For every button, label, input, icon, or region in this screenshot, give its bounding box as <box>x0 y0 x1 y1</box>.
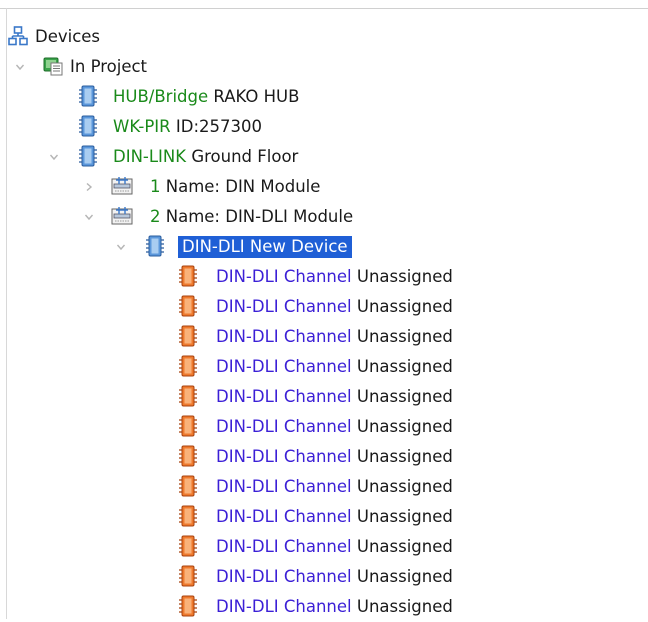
channel-type: DIN-DLI Channel <box>216 507 352 526</box>
channel-orange-icon <box>178 295 198 317</box>
channel-name: Unassigned <box>356 357 453 376</box>
channel-orange-icon <box>178 445 198 467</box>
din-module-icon <box>110 175 134 197</box>
channel-type: DIN-DLI Channel <box>216 477 352 496</box>
hub-type: HUB/Bridge <box>113 87 209 106</box>
channel-orange-icon <box>178 385 198 407</box>
channel-label: DIN-DLI Channel Unassigned <box>216 386 453 408</box>
module-2-name: Name: DIN-DLI Module <box>165 207 354 226</box>
channel-name: Unassigned <box>356 597 453 616</box>
channel-orange-icon <box>178 325 198 347</box>
channel-type: DIN-DLI Channel <box>216 327 352 346</box>
chevron-down-icon[interactable] <box>15 62 25 72</box>
channel-label: DIN-DLI Channel Unassigned <box>216 506 453 528</box>
panel-left-border <box>6 8 7 619</box>
tree-root-label: Devices <box>35 27 101 46</box>
din-link-label: DIN-LINK Ground Floor <box>113 146 298 168</box>
din-link-type: DIN-LINK <box>113 147 187 166</box>
channel-type: DIN-DLI Channel <box>216 387 352 406</box>
module-1-label: 1 Name: DIN Module <box>150 176 320 198</box>
device-blue-icon <box>145 235 165 257</box>
channel-name: Unassigned <box>356 297 453 316</box>
channel-type: DIN-DLI Channel <box>216 357 352 376</box>
channel-label: DIN-DLI Channel Unassigned <box>216 566 453 588</box>
chevron-down-icon[interactable] <box>116 242 126 252</box>
channel-orange-icon <box>178 565 198 587</box>
channel-name: Unassigned <box>356 417 453 436</box>
channel-orange-icon <box>178 355 198 377</box>
module-2-number: 2 <box>150 207 161 226</box>
channel-label: DIN-DLI Channel Unassigned <box>216 326 453 348</box>
pir-label: WK-PIR ID:257300 <box>113 116 262 138</box>
module-1-name: Name: DIN Module <box>165 177 321 196</box>
channel-name: Unassigned <box>356 387 453 406</box>
pir-type: WK-PIR <box>113 117 171 136</box>
device-blue-icon <box>78 115 98 137</box>
channel-label: DIN-DLI Channel Unassigned <box>216 446 453 468</box>
new-device-label: DIN-DLI New Device <box>178 236 352 258</box>
channel-name: Unassigned <box>356 567 453 586</box>
channel-orange-icon <box>178 595 198 617</box>
channel-name: Unassigned <box>356 267 453 286</box>
channel-name: Unassigned <box>356 537 453 556</box>
channel-type: DIN-DLI Channel <box>216 297 352 316</box>
hub-label: HUB/Bridge RAKO HUB <box>113 86 299 108</box>
channel-type: DIN-DLI Channel <box>216 417 352 436</box>
project-icon <box>43 55 63 77</box>
channel-label: DIN-DLI Channel Unassigned <box>216 596 453 618</box>
chevron-right-icon[interactable] <box>84 182 94 192</box>
channel-name: Unassigned <box>356 477 453 496</box>
channel-name: Unassigned <box>356 447 453 466</box>
channel-label: DIN-DLI Channel Unassigned <box>216 296 453 318</box>
channel-name: Unassigned <box>356 507 453 526</box>
channel-label: DIN-DLI Channel Unassigned <box>216 266 453 288</box>
channel-name: Unassigned <box>356 327 453 346</box>
device-blue-icon <box>78 85 98 107</box>
channel-orange-icon <box>178 265 198 287</box>
channel-orange-icon <box>178 535 198 557</box>
channel-label: DIN-DLI Channel Unassigned <box>216 416 453 438</box>
in-project-label: In Project <box>70 57 148 76</box>
channel-label: DIN-DLI Channel Unassigned <box>216 356 453 378</box>
channel-type: DIN-DLI Channel <box>216 597 352 616</box>
hub-name: RAKO HUB <box>213 87 300 106</box>
channel-label: DIN-DLI Channel Unassigned <box>216 536 453 558</box>
din-link-name: Ground Floor <box>191 147 299 166</box>
chevron-down-icon[interactable] <box>84 212 94 222</box>
channel-type: DIN-DLI Channel <box>216 537 352 556</box>
device-blue-icon <box>78 145 98 167</box>
panel-top-border <box>0 8 648 9</box>
din-module-icon <box>110 205 134 227</box>
pir-name: ID:257300 <box>175 117 263 136</box>
module-1-number: 1 <box>150 177 161 196</box>
channel-type: DIN-DLI Channel <box>216 267 352 286</box>
channel-type: DIN-DLI Channel <box>216 447 352 466</box>
channel-type: DIN-DLI Channel <box>216 567 352 586</box>
channel-orange-icon <box>178 415 198 437</box>
hierarchy-icon <box>8 25 28 47</box>
channel-label: DIN-DLI Channel Unassigned <box>216 476 453 498</box>
channel-orange-icon <box>178 475 198 497</box>
module-2-label: 2 Name: DIN-DLI Module <box>150 206 353 228</box>
channel-orange-icon <box>178 505 198 527</box>
chevron-down-icon[interactable] <box>49 152 59 162</box>
